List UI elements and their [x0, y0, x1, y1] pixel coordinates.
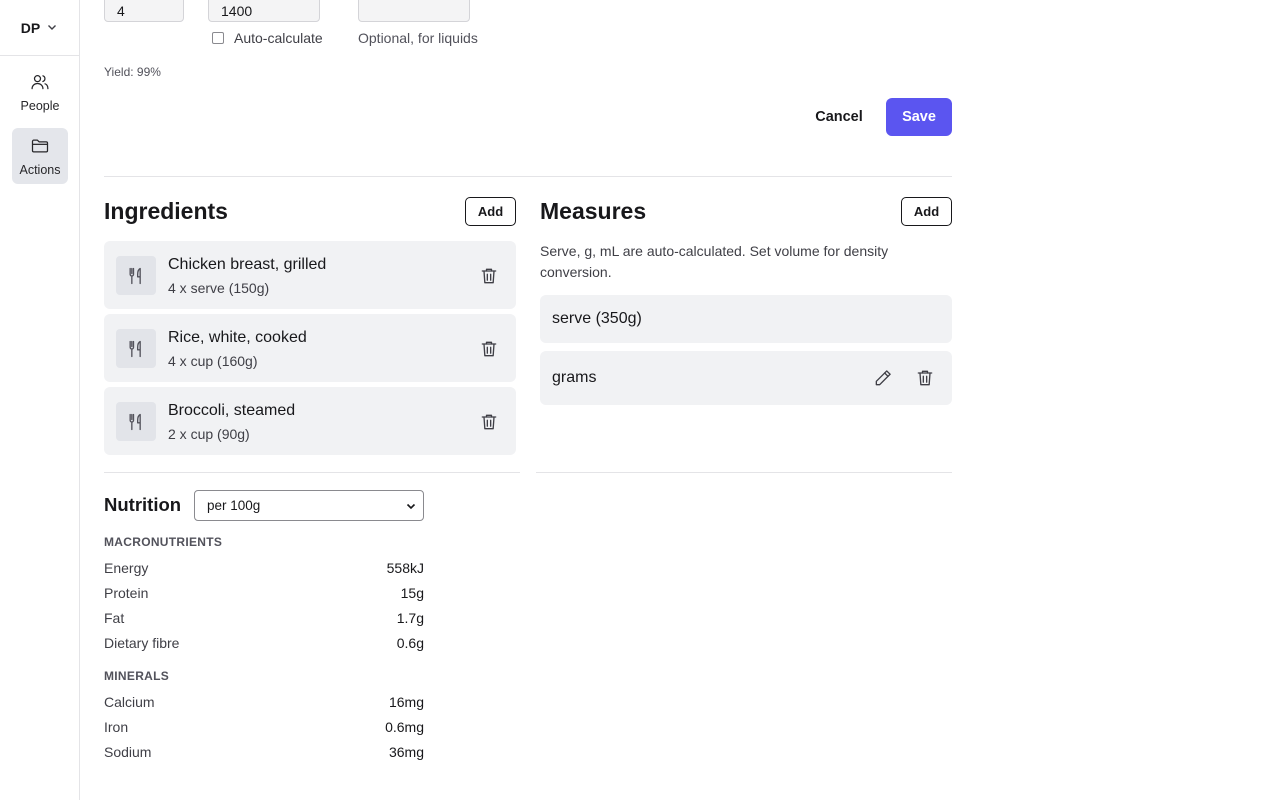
ingredients-title: Ingredients: [104, 198, 228, 224]
delete-measure-button[interactable]: [915, 368, 935, 388]
nutrient-label: Dietary fibre: [104, 635, 180, 651]
nutrient-group-heading: MACRONUTRIENTS: [104, 535, 223, 549]
servings-input[interactable]: 4: [104, 0, 184, 22]
pencil-icon: [875, 370, 891, 386]
ingredient-quantity: 4 x cup (160g): [168, 353, 258, 369]
cancel-button[interactable]: Cancel: [804, 98, 874, 136]
measure-label: grams: [552, 369, 597, 386]
chevron-down-icon: [406, 503, 416, 510]
nutrient-value: 36mg: [388, 744, 424, 760]
ingredient-quantity: 2 x cup (90g): [168, 426, 250, 442]
nutrition-basis-value: per 100g: [207, 498, 261, 513]
ingredient-item[interactable]: Chicken breast, grilled 4 x serve (150g): [104, 241, 516, 309]
measure-item[interactable]: serve (350g): [540, 295, 952, 343]
people-icon: [30, 72, 50, 95]
weight-input[interactable]: 1400: [208, 0, 320, 22]
folder-icon: [30, 136, 50, 159]
nav-item-label: People: [20, 98, 60, 113]
trash-icon: [917, 370, 933, 386]
ingredient-name: Chicken breast, grilled: [168, 256, 327, 273]
nutrient-value: 1.7g: [396, 610, 424, 626]
ingredient-name: Rice, white, cooked: [168, 329, 307, 346]
nutrient-row: Energy 558kJ: [104, 560, 424, 580]
nutrient-label: Sodium: [104, 744, 152, 760]
nutrient-row: Iron 0.6mg: [104, 719, 424, 739]
trash-icon: [481, 414, 497, 430]
volume-input[interactable]: [358, 0, 470, 22]
ingredient-name: Broccoli, steamed: [168, 402, 296, 419]
ingredient-quantity: 4 x serve (150g): [168, 280, 270, 296]
divider: [104, 472, 520, 473]
nutrient-label: Calcium: [104, 694, 155, 710]
trash-icon: [481, 268, 497, 284]
measures-description: Serve, g, mL are auto-calculated. Set vo…: [540, 243, 889, 280]
nutrient-label: Protein: [104, 585, 149, 601]
divider: [536, 472, 952, 473]
nutrient-value: 16mg: [388, 694, 424, 710]
delete-ingredient-button[interactable]: [479, 412, 499, 432]
measures-title: Measures: [540, 198, 647, 224]
nutrient-label: Fat: [104, 610, 125, 626]
nutrient-value: 0.6mg: [385, 719, 424, 735]
nutrient-value: 0.6g: [396, 635, 424, 651]
nav-item-people[interactable]: People: [12, 64, 68, 120]
nav-item-label: Actions: [19, 162, 61, 177]
nutrient-row: Calcium 16mg: [104, 694, 424, 714]
ingredient-item[interactable]: Broccoli, steamed 2 x cup (90g): [104, 387, 516, 455]
auto-calculate-checkbox[interactable]: [212, 32, 224, 44]
cutlery-icon: [116, 329, 156, 368]
nutrient-row: Fat 1.7g: [104, 610, 424, 630]
nutrient-value: 558kJ: [386, 560, 424, 576]
auto-calculate-label: Auto-calculate: [234, 30, 323, 46]
chevron-down-icon: [46, 20, 58, 36]
measure-item[interactable]: grams: [540, 351, 952, 405]
delete-ingredient-button[interactable]: [479, 339, 499, 359]
sidebar: DP People Actions: [0, 0, 80, 800]
add-ingredient-button[interactable]: Add: [465, 197, 516, 226]
measure-label: serve (350g): [552, 310, 642, 327]
save-button[interactable]: Save: [886, 98, 952, 136]
volume-hint: Optional, for liquids: [358, 30, 478, 46]
nutrient-label: Energy: [104, 560, 149, 576]
nutrient-value: 15g: [400, 585, 424, 601]
cutlery-icon: [116, 256, 156, 295]
auto-calculate-option: Auto-calculate: [212, 30, 323, 46]
user-initials: DP: [20, 19, 41, 36]
nutrient-row: Sodium 36mg: [104, 744, 424, 764]
divider: [104, 176, 952, 177]
user-menu[interactable]: DP: [0, 0, 79, 56]
nutrient-row: Protein 15g: [104, 585, 424, 605]
edit-measure-button[interactable]: [873, 368, 893, 388]
add-measure-button[interactable]: Add: [901, 197, 952, 226]
cutlery-icon: [116, 402, 156, 441]
nutrient-group-heading: MINERALS: [104, 669, 170, 683]
yield-text: Yield: 99%: [104, 65, 161, 79]
ingredient-item[interactable]: Rice, white, cooked 4 x cup (160g): [104, 314, 516, 382]
nutrient-row: Dietary fibre 0.6g: [104, 635, 424, 655]
delete-ingredient-button[interactable]: [479, 266, 499, 286]
nutrition-title: Nutrition: [104, 494, 182, 515]
nutrition-basis-select[interactable]: per 100g: [194, 490, 424, 521]
trash-icon: [481, 341, 497, 357]
nav-item-actions[interactable]: Actions: [12, 128, 68, 184]
nutrient-label: Iron: [104, 719, 129, 735]
